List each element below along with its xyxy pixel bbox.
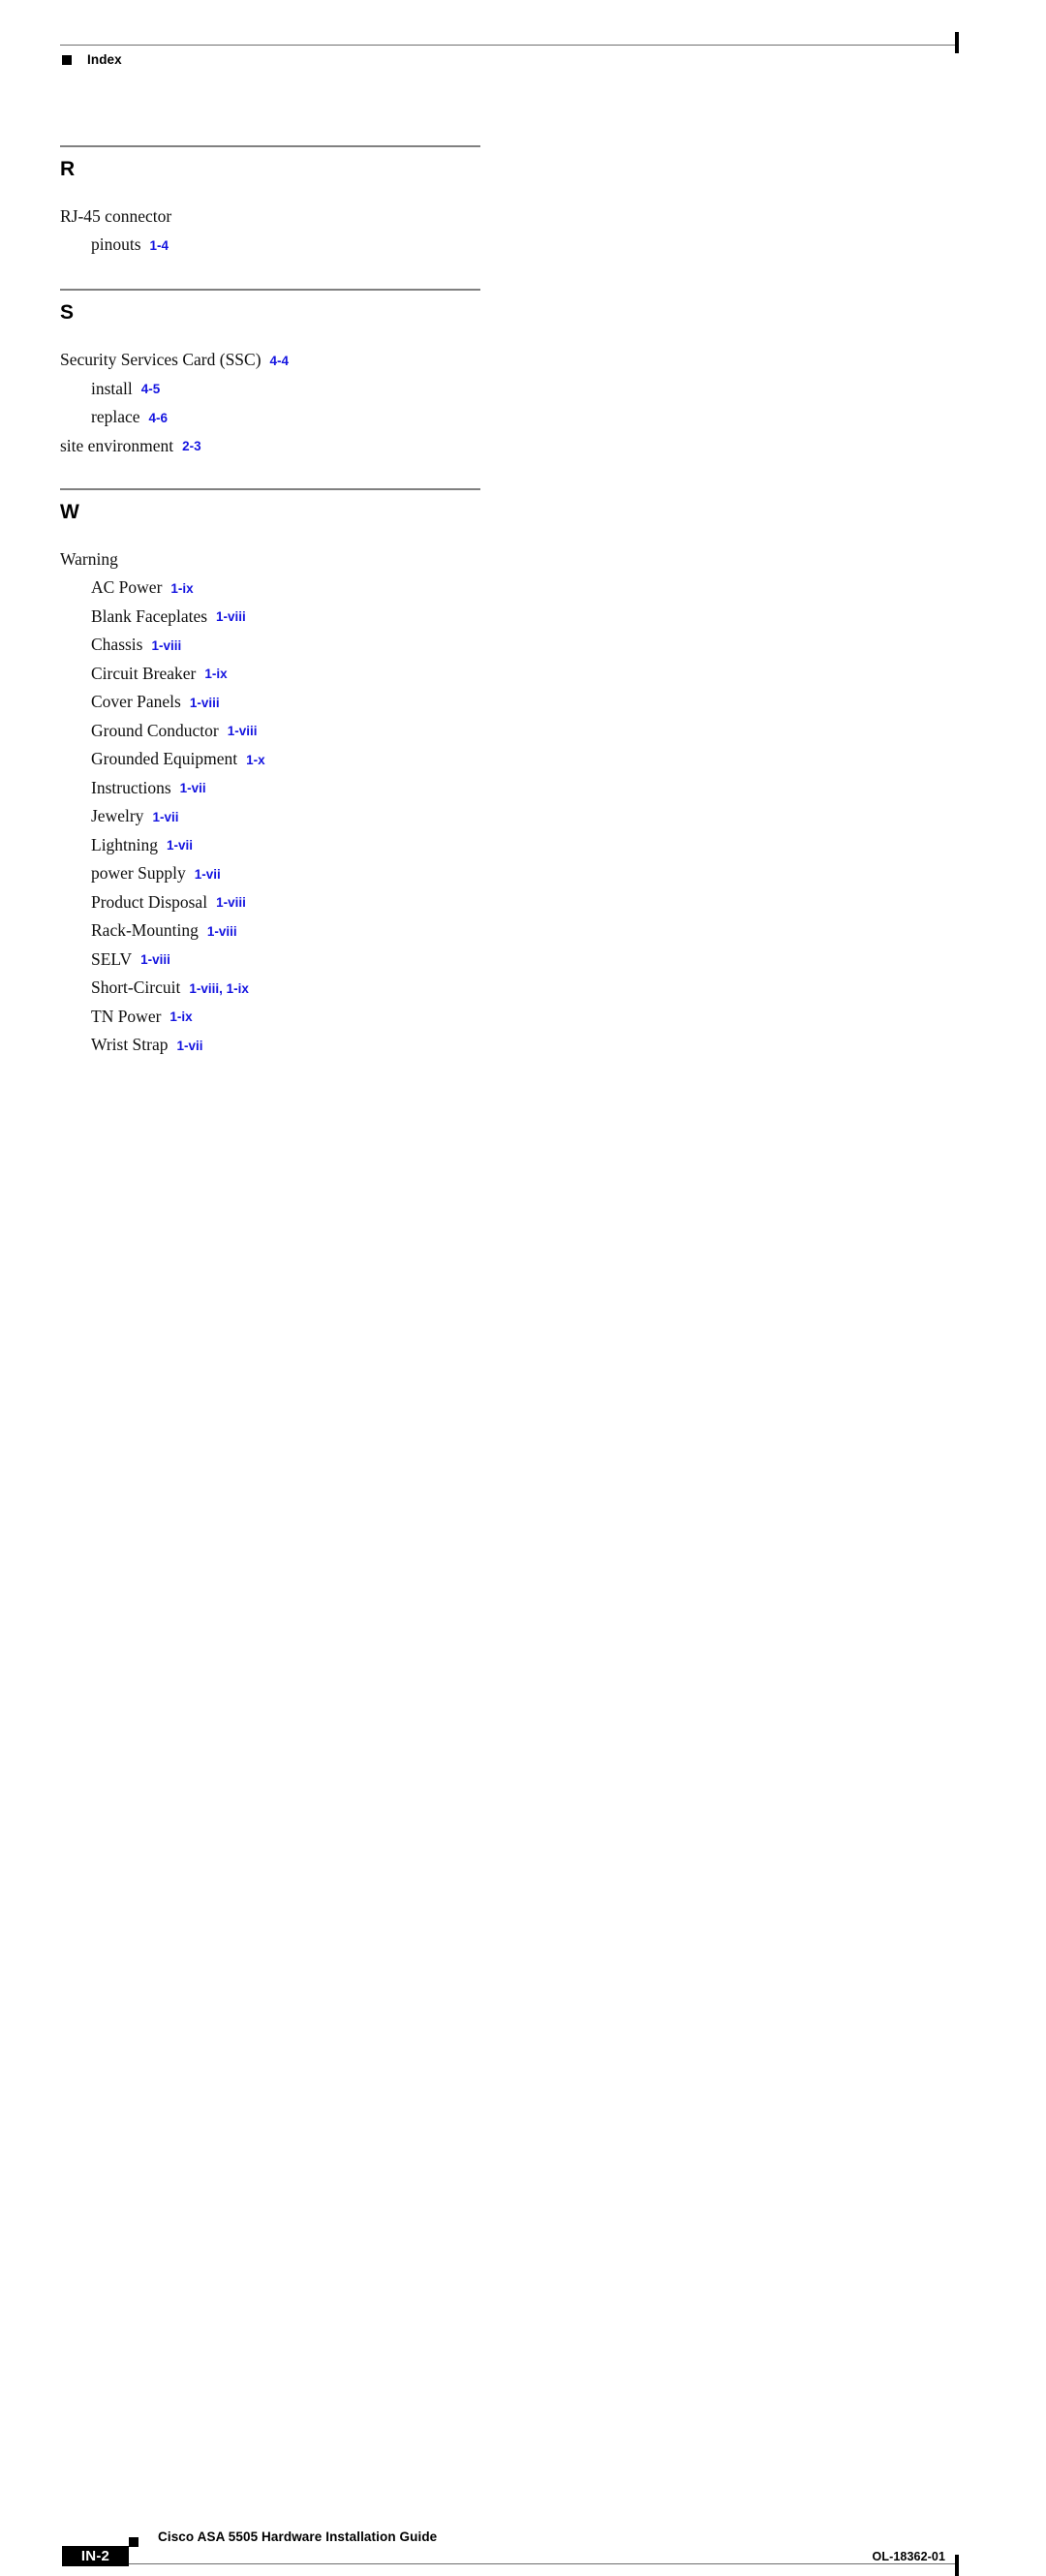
index-entry-term: Short-Circuit [91, 978, 181, 997]
index-entry-term: Warning [60, 549, 118, 569]
index-entry-page-reference[interactable]: 4-6 [140, 411, 169, 425]
index-entry-term: Instructions [91, 777, 171, 797]
index-entry: Grounded Equipment 1-x [60, 745, 564, 774]
index-entry-term: Wrist Strap [91, 1035, 169, 1054]
index-entry-page-reference[interactable]: 4-5 [133, 382, 161, 396]
index-entry-term: Ground Conductor [91, 720, 219, 740]
index-entry-term: AC Power [91, 577, 163, 597]
section-letter: W [60, 501, 79, 523]
index-entry-term: site environment [60, 435, 174, 455]
black-square-marker-icon [129, 2537, 138, 2547]
index-entry: Blank Faceplates 1-viii [60, 603, 564, 632]
index-section-r: R RJ-45 connector pinouts 1-4 [60, 145, 564, 260]
index-entry-term: RJ-45 connector [60, 206, 172, 226]
index-entry-page-reference[interactable]: 1-viii [207, 895, 246, 910]
index-entry-term: Rack-Mounting [91, 920, 199, 940]
index-entry-term: Chassis [91, 635, 143, 654]
index-page: Index R RJ-45 connector pinouts 1-4 S Securit… [0, 0, 1046, 2576]
section-divider [60, 488, 480, 490]
section-letter: R [60, 158, 76, 180]
index-entry-page-reference[interactable]: 1-viii, 1-ix [180, 981, 249, 996]
index-entry: Warning [60, 545, 564, 574]
document-title: Cisco ASA 5505 Hardware Installation Gui… [158, 2529, 438, 2544]
index-entry-term: SELV [91, 948, 133, 969]
index-entry-term: install [91, 378, 133, 398]
index-entry-term: Security Services Card (SSC) [60, 350, 262, 369]
index-entry: Rack-Mounting 1-viii [60, 916, 564, 946]
index-entry-term: Lightning [91, 834, 159, 854]
index-entry: Ground Conductor 1-viii [60, 717, 564, 746]
index-entry: Product Disposal 1-viii [60, 888, 564, 917]
index-entry-page-reference[interactable]: 1-4 [141, 238, 169, 253]
index-entry-term: Product Disposal [91, 891, 208, 912]
page-number-label: IN-2 [80, 2548, 110, 2564]
index-entry-page-reference[interactable]: 1-viii [142, 638, 181, 653]
index-entry: replace 4-6 [60, 403, 564, 432]
index-entry-term: replace [91, 407, 140, 426]
index-entry-page-reference[interactable]: 1-vii [169, 1039, 203, 1053]
index-entry: power Supply 1-vii [60, 859, 564, 888]
index-entry-page-reference[interactable]: 2-3 [173, 439, 201, 453]
index-entry: Jewelry 1-vii [60, 802, 564, 831]
index-entry: pinouts 1-4 [60, 231, 564, 260]
index-entry: Wrist Strap 1-vii [60, 1031, 564, 1060]
index-entry: Instructions 1-vii [60, 774, 564, 803]
index-section-w: W Warning AC Power 1-ix Blank Faceplates 1-vi… [60, 488, 564, 1060]
index-section-s: S Security Services Card (SSC) 4-4 install 4… [60, 289, 564, 460]
index-entry-page-reference[interactable]: 1-viii [132, 952, 170, 967]
page-title: Index [87, 52, 122, 67]
index-entry-term: Jewelry [91, 806, 144, 825]
index-entry: SELV 1-viii [60, 946, 564, 975]
section-letter: S [60, 301, 75, 324]
page-footer: IN-2 Cisco ASA 5505 Hardware Installatio… [0, 1259, 1046, 2576]
index-entry-page-reference[interactable]: 1-viii [207, 609, 246, 624]
index-entry-list: RJ-45 connector pinouts 1-4 [60, 202, 564, 260]
footer-edge-tick [955, 2555, 959, 2576]
index-entry-term: Blank Faceplates [91, 605, 208, 626]
index-entry-term: Cover Panels [91, 692, 181, 711]
index-entry-term: pinouts [91, 234, 141, 254]
index-entry-page-reference[interactable]: 4-4 [262, 354, 290, 368]
index-entry: TN Power 1-ix [60, 1003, 564, 1032]
header-edge-tick [955, 32, 959, 53]
footer-rule [129, 2563, 957, 2564]
index-entry-page-reference[interactable]: 1-x [237, 753, 265, 767]
index-entry-page-reference[interactable]: 1-vii [186, 867, 221, 882]
index-entry: Security Services Card (SSC) 4-4 [60, 346, 564, 375]
index-entry: RJ-45 connector [60, 202, 564, 231]
index-entry-term: Grounded Equipment [91, 749, 238, 768]
index-entry-page-reference[interactable]: 1-ix [162, 581, 193, 596]
index-entry-term: TN Power [91, 1006, 162, 1026]
document-id: OL-18362-01 [872, 2550, 945, 2563]
index-entry-page-reference[interactable]: 1-ix [161, 1009, 192, 1024]
index-entry: Circuit Breaker 1-ix [60, 660, 564, 689]
index-entry-list: Warning AC Power 1-ix Blank Faceplates 1-vii… [60, 545, 564, 1060]
page-header: Index [0, 0, 1046, 97]
index-entry-page-reference[interactable]: 1-vii [158, 838, 193, 853]
index-entry: AC Power 1-ix [60, 574, 564, 603]
section-divider [60, 145, 480, 147]
index-entry-page-reference[interactable]: 1-viii [199, 924, 237, 939]
index-entry: Chassis 1-viii [60, 631, 564, 660]
index-entry: Short-Circuit 1-viii, 1-ix [60, 974, 564, 1003]
black-square-marker-icon [62, 55, 72, 65]
index-entry-page-reference[interactable]: 1-ix [196, 667, 227, 681]
index-entry-page-reference[interactable]: 1-vii [143, 810, 178, 824]
index-entry-list: Security Services Card (SSC) 4-4 install 4-… [60, 346, 564, 460]
section-divider [60, 289, 480, 291]
index-entry-page-reference[interactable]: 1-viii [219, 724, 258, 738]
index-entry: install 4-5 [60, 375, 564, 404]
index-entry: Cover Panels 1-viii [60, 688, 564, 717]
index-entry-term: Circuit Breaker [91, 663, 197, 683]
header-rule [60, 45, 957, 46]
index-entry-page-reference[interactable]: 1-vii [171, 781, 206, 795]
index-entry-term: power Supply [91, 863, 186, 883]
index-entry: Lightning 1-vii [60, 831, 564, 860]
index-entry: site environment 2-3 [60, 432, 564, 461]
index-entry-page-reference[interactable]: 1-viii [181, 696, 220, 710]
